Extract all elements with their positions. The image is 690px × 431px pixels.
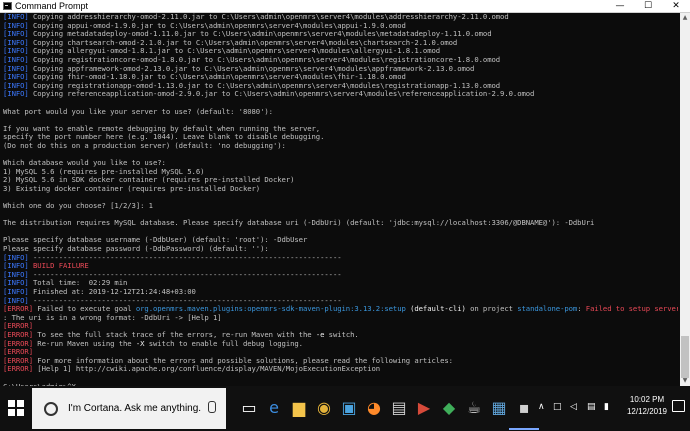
- console-text: What port would you like your server to …: [3, 106, 273, 116]
- cortana-search-box[interactable]: I'm Cortana. Ask me anything.: [32, 388, 226, 429]
- console-line: : The uri is in a wrong format: -DdbUri …: [3, 312, 678, 323]
- clock-time: 10:02 PM: [629, 395, 665, 404]
- edge-icon[interactable]: e: [263, 397, 285, 419]
- paint-icon[interactable]: ◆: [438, 397, 460, 419]
- battery-icon[interactable]: ▮: [604, 401, 609, 413]
- volume-icon[interactable]: ◁: [570, 401, 577, 413]
- java-icon[interactable]: ☕: [463, 397, 485, 419]
- file-explorer-icon[interactable]: ▆: [288, 397, 310, 419]
- console-text: :: [577, 304, 586, 314]
- scroll-down-icon[interactable]: ▼: [680, 376, 690, 386]
- scrollbar-thumb[interactable]: [681, 336, 689, 378]
- command-prompt-icon[interactable]: ▪: [509, 397, 539, 430]
- console-text: (Do not do this on a production server) …: [3, 140, 286, 150]
- clock-date: 12/12/2019: [626, 407, 668, 416]
- console-text: on project: [465, 304, 518, 314]
- console-output[interactable]: [INFO] Copying addresshierarchy-omod-2.1…: [3, 13, 678, 386]
- console-line: [ERROR] [Help 1] http://cwiki.apache.org…: [3, 365, 678, 374]
- firefox-icon[interactable]: ◕: [363, 397, 385, 419]
- task-view-icon[interactable]: ▭: [238, 397, 260, 419]
- console-line: (Do not do this on a production server) …: [3, 140, 678, 151]
- console-text: 3) Existing docker container (requires p…: [3, 183, 261, 193]
- media-icon[interactable]: ▶: [413, 397, 435, 419]
- console-line: The distribution requires MySQL database…: [3, 218, 678, 228]
- photos-icon[interactable]: ▤: [388, 397, 410, 419]
- log-level-tag: [INFO]: [3, 89, 29, 99]
- window-title: Command Prompt: [15, 1, 89, 11]
- language-icon[interactable]: ▤: [587, 401, 596, 413]
- console-text: standalone-pom: [517, 304, 578, 314]
- console-line: [ERROR] Re-run Maven using the -X switch…: [3, 338, 678, 349]
- search-placeholder: I'm Cortana. Ask me anything.: [68, 403, 202, 414]
- console-text: The distribution requires MySQL database…: [3, 218, 595, 228]
- chevron-up-icon[interactable]: ∧: [538, 401, 545, 413]
- console-line: Which one do you choose? [1/2/3]: 1: [3, 201, 678, 211]
- console-text: : The uri is in a wrong format: -DdbUri …: [3, 312, 222, 322]
- minimize-icon[interactable]: —: [606, 0, 634, 12]
- store-icon[interactable]: ▣: [338, 397, 360, 419]
- microphone-icon[interactable]: [208, 401, 216, 413]
- console-text: Copying referenceapplication-omod-2.9.0.…: [28, 89, 535, 99]
- console-text: Re-run Maven using the: [33, 338, 136, 348]
- console-line: What port would you like your server to …: [3, 106, 678, 117]
- network-icon[interactable]: □: [553, 401, 562, 413]
- console-line: [INFO] Copying referenceapplication-omod…: [3, 90, 678, 99]
- maximize-icon[interactable]: ☐: [634, 0, 662, 12]
- command-prompt-window: Command Prompt — ☐ ✕ [INFO] Copying addr…: [0, 0, 690, 386]
- system-clock[interactable]: 10:02 PM 12/12/2019: [625, 394, 669, 418]
- console-text: Failed to setup server: [585, 304, 678, 314]
- console-text: switch to enable full debug logging.: [144, 338, 303, 348]
- title-bar[interactable]: Command Prompt — ☐ ✕: [0, 0, 690, 13]
- cortana-icon: [44, 402, 58, 416]
- console-text: switch.: [324, 329, 359, 339]
- app-icon[interactable]: ▦: [488, 397, 510, 419]
- command-prompt-icon: [3, 2, 12, 10]
- windows-start-icon[interactable]: [8, 400, 24, 416]
- console-text: [Help 1] http://cwiki.apache.org/conflue…: [33, 364, 381, 374]
- chrome-icon[interactable]: ◉: [313, 397, 335, 419]
- console-line: [INFO] ---------------------------------…: [3, 253, 678, 263]
- console-text: (default-cli): [405, 304, 466, 314]
- console-line: 3) Existing docker container (requires p…: [3, 183, 678, 194]
- scroll-up-icon[interactable]: ▲: [680, 13, 690, 23]
- vertical-scrollbar[interactable]: ▲ ▼: [680, 13, 690, 386]
- close-icon[interactable]: ✕: [662, 0, 690, 12]
- taskbar: I'm Cortana. Ask me anything. ▭ e ▆ ◉ ▣ ◕ ▤ ▶ ◆ ☕…: [0, 386, 690, 431]
- log-level-tag: [ERROR]: [3, 364, 33, 374]
- action-center-icon[interactable]: [672, 400, 685, 412]
- console-text: Which one do you choose? [1/2/3]: 1: [3, 201, 153, 211]
